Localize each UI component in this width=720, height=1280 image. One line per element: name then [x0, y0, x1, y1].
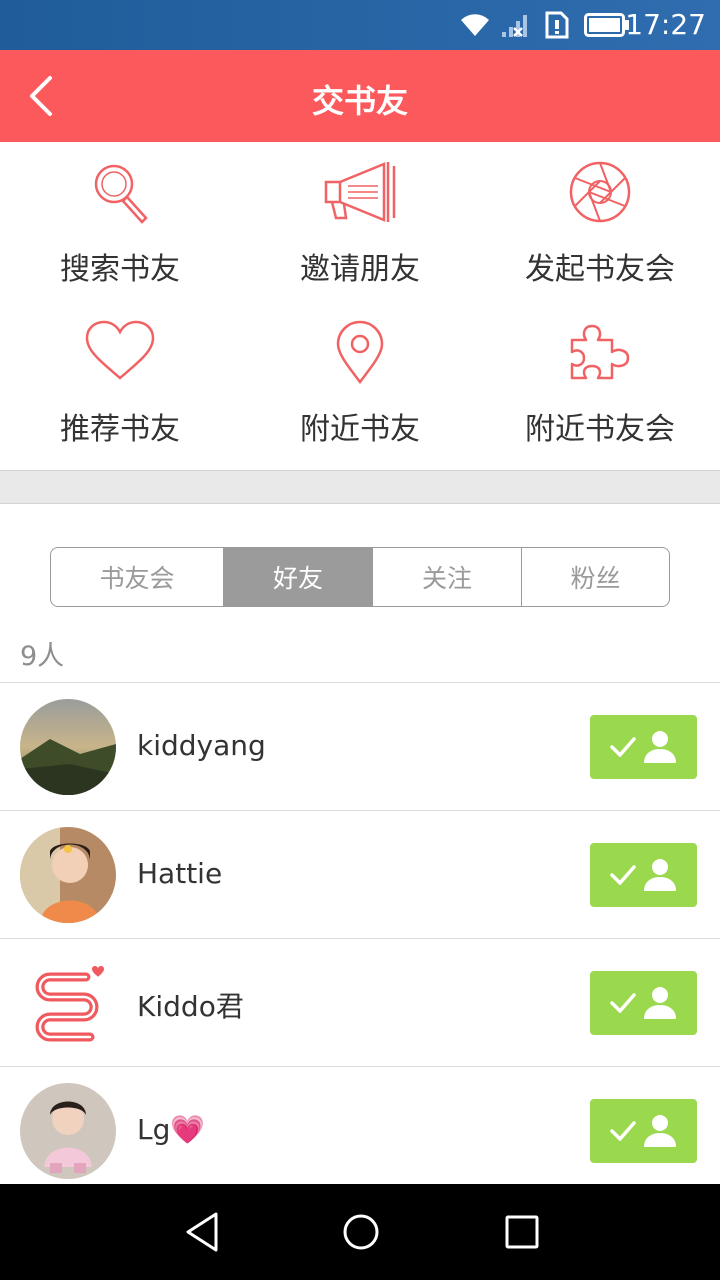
avatar — [20, 1083, 116, 1179]
followed-button[interactable] — [590, 715, 697, 779]
tab-following[interactable]: 关注 — [373, 548, 522, 606]
action-label: 附近书友 — [300, 412, 420, 447]
invite-friends-button[interactable]: 邀请朋友 — [240, 142, 480, 302]
user-check-icon — [610, 1115, 676, 1147]
friend-name: Lg💗 — [137, 1113, 206, 1146]
followed-button[interactable] — [590, 843, 697, 907]
followed-button[interactable] — [590, 971, 697, 1035]
system-nav-bar — [0, 1184, 720, 1280]
page-title: 交书友 — [311, 82, 408, 120]
tab-fans[interactable]: 粉丝 — [522, 548, 669, 606]
home-circle-icon[interactable] — [341, 1210, 381, 1254]
friend-list: kiddyang Hattie Kiddo君 Lg💗 — [0, 682, 720, 1194]
start-book-club-button[interactable]: 发起书友会 — [480, 142, 720, 302]
friend-row[interactable]: Hattie — [0, 810, 720, 938]
status-bar: 17:27 — [0, 0, 720, 50]
action-grid: 搜索书友 邀请朋友 发起书友会 推荐书友 附近书友 附近书友会 — [0, 142, 720, 470]
action-label: 搜索书友 — [60, 252, 180, 287]
friend-name: Kiddo君 — [137, 990, 244, 1023]
megaphone-icon — [324, 162, 396, 222]
user-check-icon — [610, 987, 676, 1019]
followed-button[interactable] — [590, 1099, 697, 1163]
signal-icon — [502, 15, 527, 37]
tab-friends[interactable]: 好友 — [224, 548, 373, 606]
tab-book-clubs[interactable]: 书友会 — [51, 548, 224, 606]
app-logo-icon — [20, 955, 116, 1051]
action-label: 发起书友会 — [525, 252, 675, 287]
aperture-icon — [569, 161, 631, 223]
status-time: 17:27 — [625, 8, 706, 41]
action-label: 邀请朋友 — [300, 252, 420, 287]
friend-name: Hattie — [137, 857, 223, 890]
section-divider — [0, 470, 720, 504]
friend-count: 9人 — [20, 641, 65, 672]
friend-name: kiddyang — [137, 729, 266, 762]
wifi-icon — [461, 14, 489, 36]
location-pin-icon — [336, 320, 384, 384]
heart-icon — [85, 320, 155, 380]
user-check-icon — [610, 859, 676, 891]
tab-bar: 书友会 好友 关注 粉丝 — [50, 547, 670, 607]
search-icon — [94, 164, 148, 224]
avatar — [20, 827, 116, 923]
avatar — [20, 955, 116, 1051]
nearby-book-clubs-button[interactable]: 附近书友会 — [480, 302, 720, 462]
recommend-friends-button[interactable]: 推荐书友 — [0, 302, 240, 462]
battery-icon — [584, 13, 629, 37]
sim-alert-icon — [545, 11, 569, 39]
puzzle-icon — [570, 324, 630, 380]
action-label: 推荐书友 — [60, 412, 180, 447]
recent-apps-icon[interactable] — [502, 1210, 542, 1254]
friend-row[interactable]: Kiddo君 — [0, 938, 720, 1066]
back-triangle-icon[interactable] — [182, 1210, 222, 1254]
friend-row[interactable]: Lg💗 — [0, 1066, 720, 1194]
friend-row[interactable]: kiddyang — [0, 682, 720, 810]
nav-bar: 交书友 — [0, 50, 720, 142]
search-friends-button[interactable]: 搜索书友 — [0, 142, 240, 302]
action-label: 附近书友会 — [525, 412, 675, 447]
nearby-friends-button[interactable]: 附近书友 — [240, 302, 480, 462]
user-check-icon — [610, 731, 676, 763]
avatar — [20, 699, 116, 795]
